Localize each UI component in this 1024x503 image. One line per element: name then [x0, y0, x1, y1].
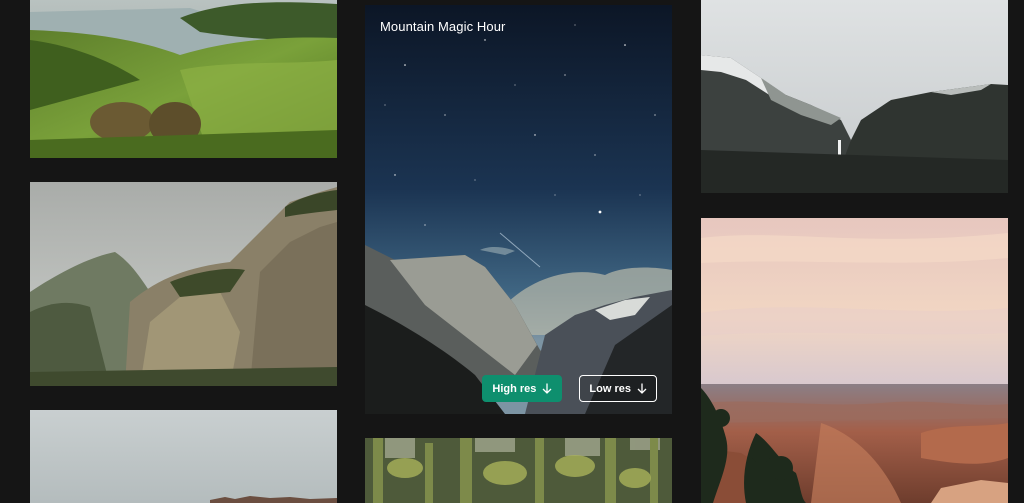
photo-mossy-forest[interactable]	[365, 438, 672, 503]
photo-foggy-landscape[interactable]	[30, 410, 337, 503]
high-res-label: High res	[492, 382, 537, 395]
photo-snowy-peaks-waterfall[interactable]	[701, 0, 1008, 193]
photo-grand-canyon[interactable]	[701, 218, 1008, 503]
photo-mountain-magic-hour[interactable]: Mountain Magic Hour High res Low res	[365, 5, 672, 414]
download-low-res-button[interactable]: Low res	[579, 375, 657, 402]
download-high-res-button[interactable]: High res	[482, 375, 563, 402]
canyon-sunset-image	[701, 218, 1008, 503]
photo-title: Mountain Magic Hour	[380, 19, 506, 34]
rocky-cliffs-image	[30, 182, 337, 386]
snowy-peaks-image	[701, 0, 1008, 193]
mossy-forest-image	[365, 438, 672, 503]
download-options: High res Low res	[482, 375, 657, 402]
photo-rocky-cliffs-fog[interactable]	[30, 182, 337, 386]
arrow-down-icon	[542, 383, 552, 394]
night-sky-mountains-image	[365, 5, 672, 414]
foggy-landscape-image	[30, 410, 337, 503]
photo-gallery: Mountain Magic Hour High res Low res	[0, 0, 1024, 503]
arrow-down-icon	[637, 383, 647, 394]
low-res-label: Low res	[589, 382, 631, 395]
green-hills-image	[30, 0, 337, 158]
photo-green-hills-coast[interactable]	[30, 0, 337, 158]
